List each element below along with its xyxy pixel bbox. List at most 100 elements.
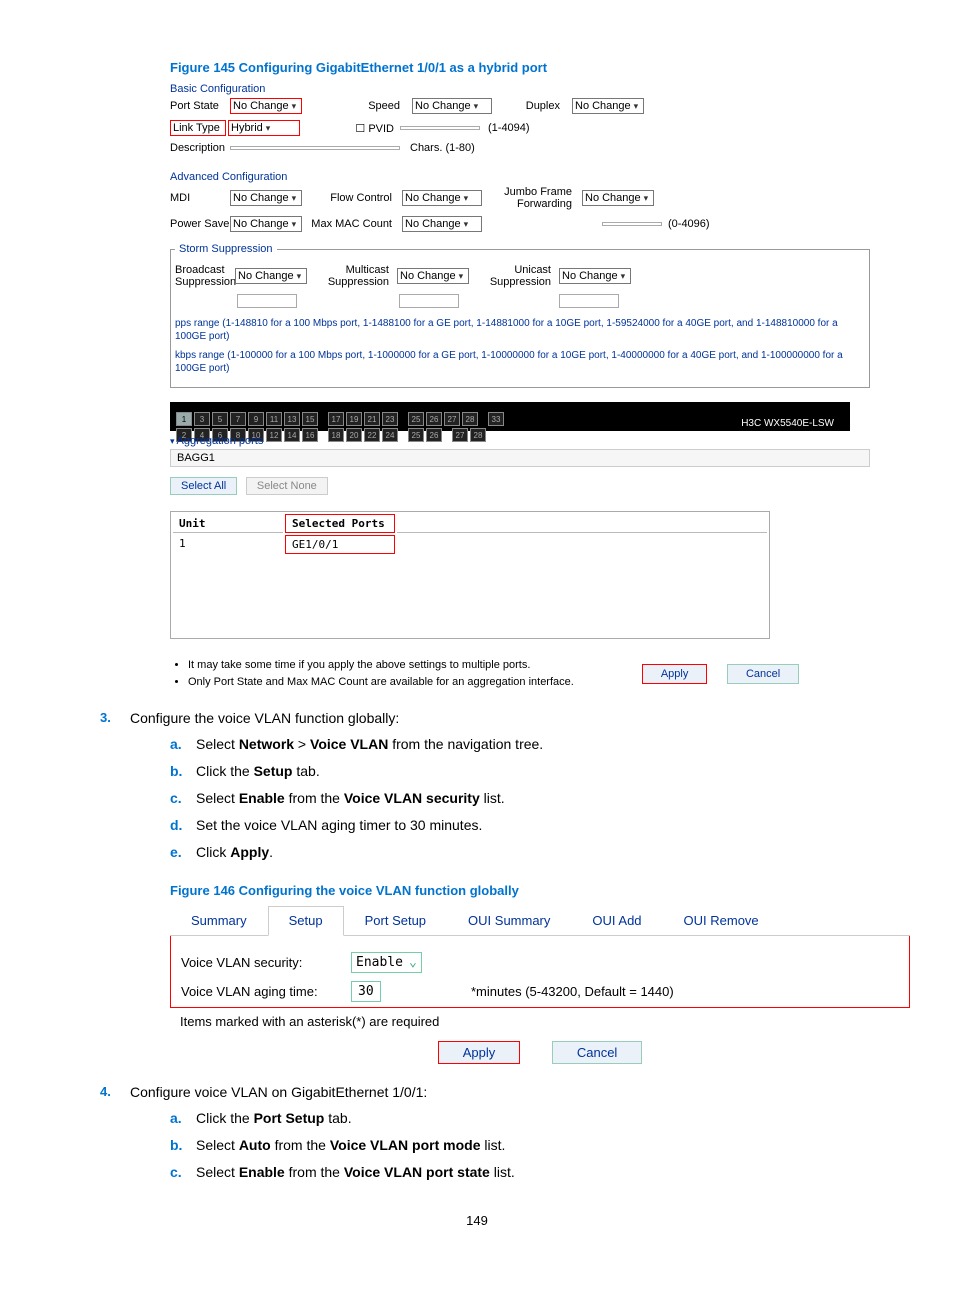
step-3-number: 3. — [100, 710, 130, 726]
step-4a-letter: a. — [170, 1108, 196, 1129]
speed-select[interactable]: No Change — [412, 98, 492, 114]
tab-port-setup[interactable]: Port Setup — [344, 906, 447, 935]
port-1[interactable]: 1 — [176, 412, 192, 426]
step-3a-letter: a. — [170, 734, 196, 755]
description-input[interactable] — [230, 146, 400, 150]
step-4-number: 4. — [100, 1084, 130, 1100]
port-26[interactable]: 26 — [426, 428, 442, 442]
advanced-config-header: Advanced Configuration — [170, 171, 870, 183]
figure-146-panel: Summary Setup Port Setup OUI Summary OUI… — [170, 906, 910, 1064]
footnote-2: Only Port State and Max MAC Count are av… — [188, 674, 574, 691]
select-none-button[interactable]: Select None — [246, 477, 328, 495]
port-25b[interactable]: 25 — [408, 428, 424, 442]
port-25[interactable]: 25 — [408, 412, 424, 426]
flow-control-select[interactable]: No Change — [402, 190, 482, 206]
port-11[interactable]: 11 — [266, 412, 282, 426]
port-23[interactable]: 23 — [382, 412, 398, 426]
port-12[interactable]: 12 — [266, 428, 282, 442]
voice-vlan-security-label: Voice VLAN security: — [181, 955, 351, 970]
step-4c-text: Select Enable from the Voice VLAN port s… — [196, 1162, 515, 1183]
tab-oui-remove[interactable]: OUI Remove — [663, 906, 780, 935]
apply-button-146[interactable]: Apply — [438, 1041, 521, 1064]
unicast-suppression-input[interactable] — [559, 294, 619, 308]
aggregation-port-item[interactable]: BAGG1 — [170, 449, 870, 467]
port-18[interactable]: 18 — [328, 428, 344, 442]
voice-vlan-aging-input[interactable]: 30 — [351, 981, 381, 1002]
port-3[interactable]: 3 — [194, 412, 210, 426]
cancel-button-146[interactable]: Cancel — [552, 1041, 642, 1064]
tab-oui-summary[interactable]: OUI Summary — [447, 906, 571, 935]
duplex-label: Duplex — [492, 100, 572, 112]
max-mac-range-text: (0-4096) — [668, 218, 710, 230]
max-mac-select[interactable]: No Change — [402, 216, 482, 232]
port-22[interactable]: 22 — [364, 428, 380, 442]
port-7[interactable]: 7 — [230, 412, 246, 426]
page-number: 149 — [60, 1213, 894, 1228]
multicast-suppression-select[interactable]: No Change — [397, 268, 469, 284]
select-all-button[interactable]: Select All — [170, 477, 237, 495]
step-3c-letter: c. — [170, 788, 196, 809]
port-15[interactable]: 15 — [302, 412, 318, 426]
voice-vlan-aging-hint: *minutes (5-43200, Default = 1440) — [471, 984, 674, 999]
port-19[interactable]: 19 — [346, 412, 362, 426]
port-17[interactable]: 17 — [328, 412, 344, 426]
tab-setup[interactable]: Setup — [268, 906, 344, 936]
unicast-suppression-select[interactable]: No Change — [559, 268, 631, 284]
broadcast-suppression-select[interactable]: No Change — [235, 268, 307, 284]
port-27[interactable]: 27 — [452, 428, 468, 442]
port-21[interactable]: 21 — [364, 412, 380, 426]
cancel-button[interactable]: Cancel — [727, 664, 799, 684]
basic-config-header: Basic Configuration — [170, 83, 870, 95]
max-mac-label: Max MAC Count — [302, 218, 402, 230]
port-5[interactable]: 5 — [212, 412, 228, 426]
port-28u[interactable]: 28 — [462, 412, 478, 426]
apply-button[interactable]: Apply — [642, 664, 708, 684]
description-label: Description — [170, 142, 230, 154]
figure-145-panel: Basic Configuration Port State No Change… — [170, 83, 870, 690]
tab-oui-add[interactable]: OUI Add — [571, 906, 662, 935]
pvid-checkbox[interactable]: ☐ PVID — [300, 122, 400, 135]
step-4c-letter: c. — [170, 1162, 196, 1183]
port-9[interactable]: 9 — [248, 412, 264, 426]
step-4-text: Configure voice VLAN on GigabitEthernet … — [130, 1084, 427, 1100]
broadcast-suppression-input[interactable] — [237, 294, 297, 308]
voice-vlan-security-select[interactable]: Enable⌄ — [351, 952, 422, 973]
step-4a-text: Click the Port Setup tab. — [196, 1108, 352, 1129]
footnote-1: It may take some time if you apply the a… — [188, 657, 574, 674]
storm-suppression-fieldset: Storm Suppression Broadcast Suppression … — [170, 243, 870, 388]
step-3b-text: Click the Setup tab. — [196, 761, 320, 782]
port-state-label: Port State — [170, 100, 230, 112]
step-3e-text: Click Apply. — [196, 842, 273, 863]
port-16[interactable]: 16 — [302, 428, 318, 442]
jumbo-frame-select[interactable]: No Change — [582, 190, 654, 206]
port-28[interactable]: 28 — [470, 428, 486, 442]
link-type-select[interactable]: Hybrid — [228, 120, 300, 136]
step-3a-text: Select Network > Voice VLAN from the nav… — [196, 734, 543, 755]
power-save-select[interactable]: No Change — [230, 216, 302, 232]
port-27u[interactable]: 27 — [444, 412, 460, 426]
multicast-suppression-input[interactable] — [399, 294, 459, 308]
step-3c-text: Select Enable from the Voice VLAN securi… — [196, 788, 505, 809]
cell-unit: 1 — [173, 535, 283, 554]
pps-range-note: pps range (1-148810 for a 100 Mbps port,… — [175, 317, 865, 343]
speed-label: Speed — [302, 100, 412, 112]
step-3b-letter: b. — [170, 761, 196, 782]
port-26u[interactable]: 26 — [426, 412, 442, 426]
pvid-range-text: (1-4094) — [488, 122, 530, 134]
port-24[interactable]: 24 — [382, 428, 398, 442]
tab-summary[interactable]: Summary — [170, 906, 268, 935]
port-20[interactable]: 20 — [346, 428, 362, 442]
required-items-note: Items marked with an asterisk(*) are req… — [180, 1014, 910, 1029]
port-13[interactable]: 13 — [284, 412, 300, 426]
pvid-input[interactable] — [400, 126, 480, 130]
port-state-select[interactable]: No Change — [230, 98, 302, 114]
flow-control-label: Flow Control — [302, 192, 402, 204]
step-4b-letter: b. — [170, 1135, 196, 1156]
mdi-select[interactable]: No Change — [230, 190, 302, 206]
selected-ports-table: Unit Selected Ports 1 GE1/0/1 — [170, 511, 770, 639]
max-mac-input[interactable] — [602, 222, 662, 226]
port-14[interactable]: 14 — [284, 428, 300, 442]
port-33[interactable]: 33 — [488, 412, 504, 426]
duplex-select[interactable]: No Change — [572, 98, 644, 114]
power-save-label: Power Save — [170, 218, 230, 230]
